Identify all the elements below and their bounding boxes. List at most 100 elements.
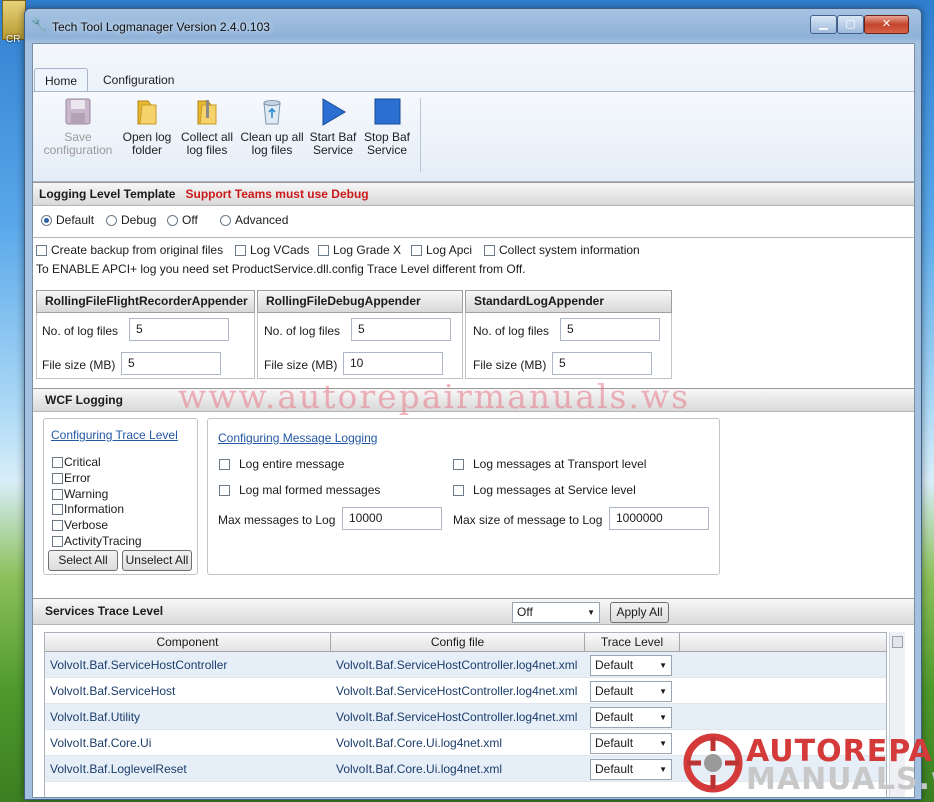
trace-warning-label: Warning <box>64 487 109 501</box>
row-component: VolvoIt.Baf.Core.Ui <box>50 736 152 750</box>
standard-files-input[interactable]: 5 <box>560 318 660 341</box>
apci-note: To ENABLE APCI+ log you need set Product… <box>36 262 526 276</box>
max-size-input[interactable]: 1000000 <box>609 507 709 530</box>
services-trace-level-select[interactable]: Off ▼ <box>512 602 600 623</box>
cleanup-label-2: log files <box>251 143 293 157</box>
log-transport-level[interactable]: Log messages at Transport level <box>453 457 646 471</box>
maximize-button[interactable]: ▢ <box>837 15 864 34</box>
checkbox-log-vcads[interactable]: Log VCads <box>235 243 309 257</box>
open-log-label-2: folder <box>131 143 163 157</box>
services-trace-title: Services Trace Level <box>45 604 164 618</box>
configuring-trace-level-link[interactable]: Configuring Trace Level <box>51 428 178 442</box>
tab-configuration[interactable]: Configuration <box>93 68 184 92</box>
tab-home[interactable]: Home <box>34 68 89 92</box>
table-row[interactable]: VolvoIt.Baf.ServiceHostController VolvoI… <box>45 652 886 678</box>
row-trace-level-value: Default <box>595 762 634 776</box>
cleanup-label-1: Clean up all <box>240 130 304 144</box>
title-bar[interactable]: 🔧 Tech Tool Logmanager Version 2.4.0.103… <box>25 9 921 41</box>
trace-verbose[interactable]: Verbose <box>52 518 108 532</box>
services-trace-header: Services Trace Level <box>33 598 914 625</box>
radio-off-dot <box>167 215 178 226</box>
clean-up-all-log-files-button[interactable]: Clean up all log files <box>239 96 305 157</box>
trace-warning[interactable]: Warning <box>52 487 108 501</box>
unselect-all-button[interactable]: Unselect All <box>122 550 192 571</box>
trace-critical-label: Critical <box>64 455 101 469</box>
checkbox-log-apci[interactable]: Log Apci <box>411 243 472 257</box>
debug-size-input[interactable]: 10 <box>343 352 443 375</box>
radio-debug-label: Debug <box>121 213 157 227</box>
save-icon <box>65 98 91 125</box>
column-header-trace-level[interactable]: Trace Level <box>585 633 680 652</box>
checkbox-box <box>484 245 495 256</box>
services-trace-level-value: Off <box>517 605 533 619</box>
checkbox-box <box>52 473 63 484</box>
table-row[interactable]: VolvoIt.Baf.Core.Ui VolvoIt.Baf.Core.Ui.… <box>45 730 886 756</box>
radio-advanced[interactable]: Advanced <box>220 213 288 227</box>
row-trace-level-select[interactable]: Default ▼ <box>590 759 672 780</box>
configuring-message-logging-link[interactable]: Configuring Message Logging <box>218 431 377 445</box>
logging-level-header: Logging Level Template Support Teams mus… <box>33 182 914 206</box>
save-configuration-button[interactable]: Save configuration <box>41 96 115 157</box>
radio-debug[interactable]: Debug <box>106 213 156 227</box>
debug-files-input[interactable]: 5 <box>351 318 451 341</box>
table-row[interactable]: VolvoIt.Baf.LoglevelReset VolvoIt.Baf.Co… <box>45 756 886 782</box>
row-trace-level-select[interactable]: Default ▼ <box>590 655 672 676</box>
checkbox-log-grade-x[interactable]: Log Grade X <box>318 243 401 257</box>
radio-off[interactable]: Off <box>167 213 198 227</box>
flight-size-input[interactable]: 5 <box>121 352 221 375</box>
checkbox-log-grade-x-label: Log Grade X <box>333 243 402 257</box>
select-all-button[interactable]: Select All <box>48 550 118 571</box>
checkbox-box <box>52 520 63 531</box>
radio-off-label: Off <box>182 213 198 227</box>
flight-files-input[interactable]: 5 <box>129 318 229 341</box>
open-log-folder-button[interactable]: Open log folder <box>119 96 175 157</box>
checkbox-box <box>235 245 246 256</box>
radio-debug-dot <box>106 215 117 226</box>
row-component: VolvoIt.Baf.LoglevelReset <box>50 762 187 776</box>
radio-default[interactable]: Default <box>41 213 94 227</box>
start-baf-service-button[interactable]: Start Baf Service <box>307 96 359 157</box>
checkbox-collect-system-info-label: Collect system information <box>499 243 640 257</box>
checkbox-collect-system-info[interactable]: Collect system information <box>484 243 640 257</box>
save-label-2: configuration <box>43 143 113 157</box>
stop-baf-service-button[interactable]: Stop Baf Service <box>361 96 413 157</box>
vertical-scrollbar[interactable] <box>889 632 905 797</box>
flight-files-label: No. of log files <box>42 324 119 338</box>
row-trace-level-select[interactable]: Default ▼ <box>590 681 672 702</box>
log-entire-message[interactable]: Log entire message <box>219 457 344 471</box>
minimize-button[interactable]: ▁ <box>810 15 837 34</box>
row-config-file: VolvoIt.Baf.Core.Ui.log4net.xml <box>336 762 503 776</box>
row-config-file: VolvoIt.Baf.ServiceHostController.log4ne… <box>336 710 578 724</box>
trace-error[interactable]: Error <box>52 471 91 485</box>
close-button[interactable]: ✕ <box>864 15 909 34</box>
trace-critical[interactable]: Critical <box>52 455 101 469</box>
column-header-config-file[interactable]: Config file <box>331 633 585 652</box>
trace-information[interactable]: Information <box>52 502 124 516</box>
dropdown-arrow-icon: ▼ <box>659 713 667 722</box>
trace-activity-tracing[interactable]: ActivityTracing <box>52 534 142 548</box>
scroll-thumb[interactable] <box>892 636 903 648</box>
row-config-file: VolvoIt.Baf.ServiceHostController.log4ne… <box>336 658 578 672</box>
column-header-component[interactable]: Component <box>45 633 331 652</box>
appender-header-debug: RollingFileDebugAppender <box>257 290 463 313</box>
ribbon: Home Configuration Save configuration Op… <box>33 44 914 182</box>
standard-size-input[interactable]: 5 <box>552 352 652 375</box>
apply-all-button[interactable]: Apply All <box>610 602 669 623</box>
ribbon-separator <box>420 98 421 172</box>
max-messages-label: Max messages to Log <box>218 513 336 527</box>
log-malformed-messages[interactable]: Log mal formed messages <box>219 483 380 497</box>
checkbox-box <box>52 504 63 515</box>
dropdown-arrow-icon: ▼ <box>659 687 667 696</box>
max-messages-input[interactable]: 10000 <box>342 507 442 530</box>
checkbox-create-backup[interactable]: Create backup from original files <box>36 243 223 257</box>
log-service-level[interactable]: Log messages at Service level <box>453 483 636 497</box>
row-trace-level-select[interactable]: Default ▼ <box>590 733 672 754</box>
row-trace-level-select[interactable]: Default ▼ <box>590 707 672 728</box>
trace-activity-tracing-label: ActivityTracing <box>64 534 142 548</box>
play-icon <box>322 98 346 126</box>
table-row[interactable]: VolvoIt.Baf.ServiceHost VolvoIt.Baf.Serv… <box>45 678 886 704</box>
table-row[interactable]: VolvoIt.Baf.Utility VolvoIt.Baf.ServiceH… <box>45 704 886 730</box>
collect-all-log-files-button[interactable]: Collect all log files <box>179 96 235 157</box>
checkbox-create-backup-label: Create backup from original files <box>51 243 224 257</box>
radio-default-dot <box>41 215 52 226</box>
